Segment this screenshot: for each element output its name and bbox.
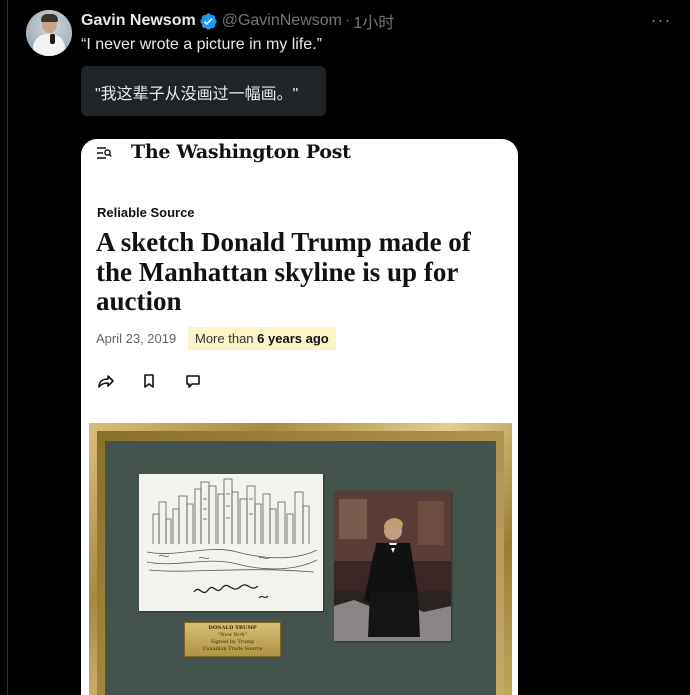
publication-logo: The Washington Post bbox=[131, 141, 351, 163]
tweet[interactable]: Gavin Newsom @GavinNewsom · 1小时 ··· “I n… bbox=[0, 0, 690, 695]
timestamp[interactable]: 1小时 bbox=[353, 9, 394, 33]
menu-icon bbox=[96, 145, 112, 165]
more-icon[interactable]: ··· bbox=[650, 9, 672, 31]
plaque-line-3: Signed by Trump bbox=[210, 639, 255, 645]
trump-photo bbox=[334, 491, 451, 641]
article-date: April 23, 2019 bbox=[96, 331, 177, 346]
framed-artwork: DONALD TRUMP "New York" Signed by Trump … bbox=[89, 423, 512, 695]
plaque-line-4: Canadian Trade Source bbox=[202, 646, 263, 652]
plaque-line-1: DONALD TRUMP bbox=[208, 625, 257, 631]
verified-badge-icon[interactable] bbox=[199, 12, 218, 31]
share-icon bbox=[98, 375, 114, 388]
translation-box: "我这辈子从没画过一幅画。" bbox=[81, 66, 326, 116]
separator: · bbox=[344, 12, 351, 29]
bookmark-icon bbox=[144, 374, 154, 388]
article-section: Reliable Source bbox=[97, 205, 195, 220]
article-headline: A sketch Donald Trump made of the Manhat… bbox=[96, 227, 471, 316]
comment-icon bbox=[186, 375, 200, 388]
article-age-value: 6 years ago bbox=[257, 331, 329, 346]
avatar[interactable] bbox=[26, 10, 72, 56]
skyline-sketch bbox=[139, 474, 323, 611]
display-name[interactable]: Gavin Newsom bbox=[81, 12, 196, 30]
plaque: DONALD TRUMP "New York" Signed by Trump … bbox=[184, 622, 281, 657]
attached-image[interactable]: The Washington Post Reliable Source A sk… bbox=[81, 139, 518, 695]
article-age-prefix: More than bbox=[195, 331, 258, 346]
plaque-line-2: "New York" bbox=[217, 632, 248, 638]
article-age-badge: More than 6 years ago bbox=[188, 327, 336, 350]
handle[interactable]: @GavinNewsom bbox=[222, 12, 342, 30]
translation-text: "我这辈子从没画过一幅画。" bbox=[95, 86, 299, 103]
tweet-text: “I never wrote a picture in my life.” bbox=[81, 36, 322, 53]
tweet-header: Gavin Newsom @GavinNewsom · 1小时 bbox=[81, 10, 394, 32]
